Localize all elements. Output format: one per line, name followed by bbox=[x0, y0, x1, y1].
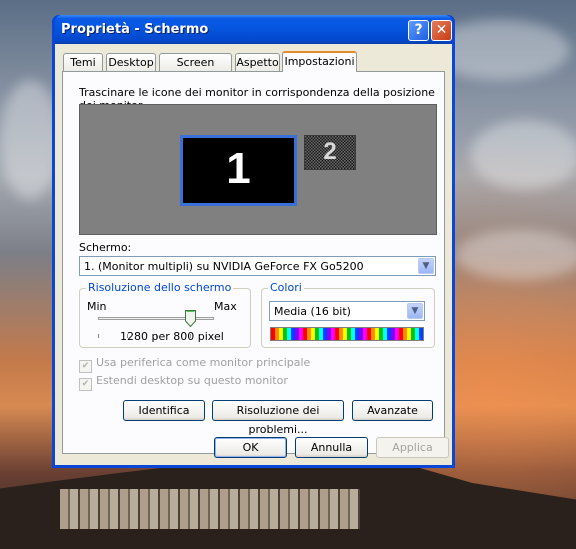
cancel-button[interactable]: Annulla bbox=[295, 437, 368, 458]
screen-select[interactable]: 1. (Monitor multipli) su NVIDIA GeForce … bbox=[79, 256, 436, 276]
slider-tick bbox=[98, 334, 99, 338]
troubleshoot-button[interactable]: Risoluzione dei problemi... bbox=[212, 400, 344, 436]
primary-monitor-checkbox[interactable]: ✔ Usa periferica come monitor principale bbox=[79, 356, 310, 373]
monitor-1-number: 1 bbox=[226, 144, 251, 193]
extend-desktop-label: Estendi desktop su questo monitor bbox=[96, 374, 288, 387]
resolution-group: Risoluzione dello schermo Min Max 1280 p… bbox=[79, 281, 251, 348]
dialog-client: Temi Desktop Screen saver Aspetto Impost… bbox=[55, 44, 452, 465]
resolution-legend: Risoluzione dello schermo bbox=[86, 281, 234, 294]
identify-button[interactable]: Identifica bbox=[123, 400, 205, 421]
window-title: Proprietà - Schermo bbox=[61, 22, 209, 37]
screen-select-value: 1. (Monitor multipli) su NVIDIA GeForce … bbox=[84, 260, 364, 273]
advanced-button[interactable]: Avanzate bbox=[352, 400, 433, 421]
ok-button[interactable]: OK bbox=[214, 437, 287, 458]
tab-desktop[interactable]: Desktop bbox=[106, 53, 156, 71]
settings-panel: Trascinare le icone dei monitor in corri… bbox=[62, 71, 445, 454]
monitor-2-icon[interactable]: 2 bbox=[304, 135, 356, 170]
extend-desktop-checkbox[interactable]: ✔ Estendi desktop su questo monitor bbox=[79, 374, 288, 391]
checkbox-checked-icon: ✔ bbox=[79, 378, 92, 391]
monitor-arrangement-area: 1 2 bbox=[79, 104, 437, 235]
color-depth-value: Media (16 bit) bbox=[274, 305, 351, 318]
monitor-1-icon[interactable]: 1 bbox=[180, 135, 297, 206]
color-depth-select[interactable]: Media (16 bit) ▼ bbox=[269, 301, 425, 321]
resolution-value: 1280 per 800 pixel bbox=[120, 330, 224, 343]
resolution-slider-thumb[interactable] bbox=[185, 310, 196, 327]
tab-impostazioni[interactable]: Impostazioni bbox=[282, 51, 357, 72]
monitor-2-number: 2 bbox=[323, 138, 337, 165]
chevron-down-icon[interactable]: ▼ bbox=[407, 303, 423, 319]
colors-group: Colori Media (16 bit) ▼ bbox=[261, 281, 435, 348]
screen-label: Schermo: bbox=[79, 241, 132, 254]
chevron-down-icon[interactable]: ▼ bbox=[418, 258, 434, 274]
tab-screen-saver[interactable]: Screen saver bbox=[159, 53, 232, 86]
close-button[interactable]: ✕ bbox=[431, 20, 452, 41]
apply-button[interactable]: Applica bbox=[376, 437, 449, 458]
title-bar[interactable]: Proprietà - Schermo ? ✕ bbox=[55, 15, 452, 44]
resolution-slider-track[interactable] bbox=[98, 317, 214, 320]
display-properties-window: Proprietà - Schermo ? ✕ Temi Desktop Scr… bbox=[52, 15, 455, 468]
checkbox-checked-icon: ✔ bbox=[79, 360, 92, 373]
colors-legend: Colori bbox=[268, 281, 304, 294]
resolution-max-label: Max bbox=[214, 300, 237, 313]
tab-aspetto[interactable]: Aspetto bbox=[235, 53, 280, 71]
primary-monitor-label: Usa periferica come monitor principale bbox=[96, 356, 311, 369]
resolution-min-label: Min bbox=[87, 300, 107, 313]
color-spectrum-bar bbox=[270, 327, 424, 341]
help-button[interactable]: ? bbox=[408, 20, 429, 41]
tab-temi[interactable]: Temi bbox=[63, 53, 103, 71]
